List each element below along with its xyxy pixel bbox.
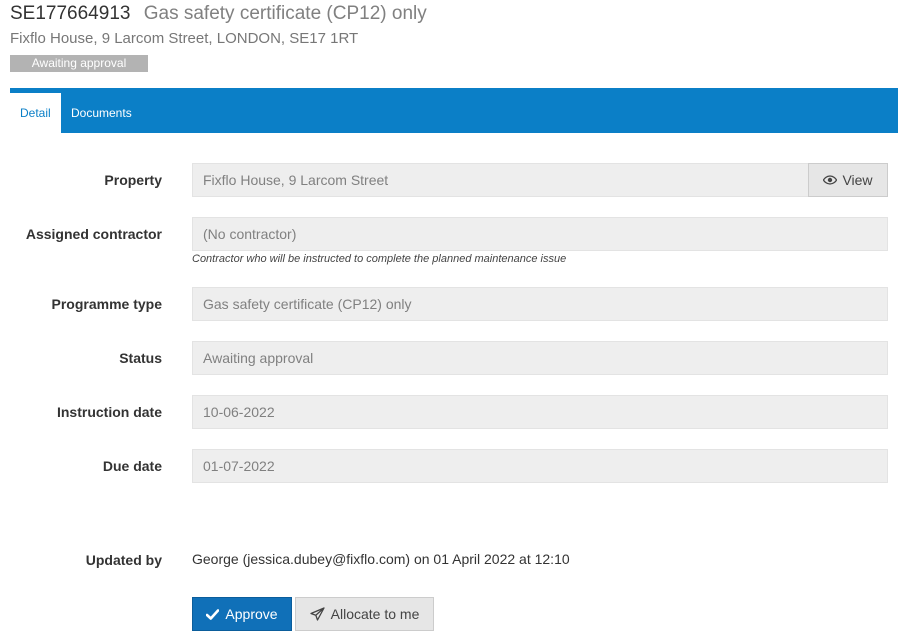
updated-by-label: Updated by [85, 552, 162, 568]
status-field: Awaiting approval [192, 341, 888, 375]
instruction-date-field: 10-06-2022 [192, 395, 888, 429]
property-field: Fixflo House, 9 Larcom Street [192, 163, 809, 197]
programme-title: Gas safety certificate (CP12) only [143, 3, 427, 24]
instruction-date-label: Instruction date [56, 404, 162, 420]
property-label: Property [104, 172, 162, 188]
tab-bar: Detail Documents [10, 88, 898, 133]
programme-type-field: Gas safety certificate (CP12) only [192, 287, 888, 321]
due-date-field: 01-07-2022 [192, 449, 888, 483]
assigned-contractor-field: (No contractor) [192, 217, 888, 251]
paper-plane-icon [309, 607, 325, 621]
updated-by-value: George (jessica.dubey@fixflo.com) on 01 … [192, 551, 570, 567]
assigned-contractor-help: Contractor who will be instructed to com… [192, 253, 567, 265]
eye-icon [823, 164, 838, 196]
view-property-button[interactable]: View [808, 163, 888, 197]
page-title: SE177664913 Gas safety certificate (CP12… [10, 2, 427, 26]
view-button-label: View [842, 172, 873, 188]
programme-type-label: Programme type [51, 296, 162, 312]
check-icon [206, 608, 220, 620]
status-badge: Awaiting approval [10, 55, 148, 72]
due-date-label: Due date [102, 458, 162, 474]
approve-button[interactable]: Approve [192, 597, 292, 631]
reference-number: SE177664913 [10, 3, 131, 24]
tab-documents[interactable]: Documents [61, 93, 142, 133]
allocate-to-me-button[interactable]: Allocate to me [295, 597, 434, 631]
tab-detail[interactable]: Detail [10, 93, 61, 133]
status-label: Status [119, 350, 162, 366]
approve-button-label: Approve [225, 606, 278, 622]
allocate-button-label: Allocate to me [330, 606, 420, 622]
assigned-contractor-label: Assigned contractor [25, 226, 162, 242]
planned-maintenance-page: SE177664913 Gas safety certificate (CP12… [0, 0, 898, 640]
property-address: Fixflo House, 9 Larcom Street, LONDON, S… [10, 30, 359, 47]
